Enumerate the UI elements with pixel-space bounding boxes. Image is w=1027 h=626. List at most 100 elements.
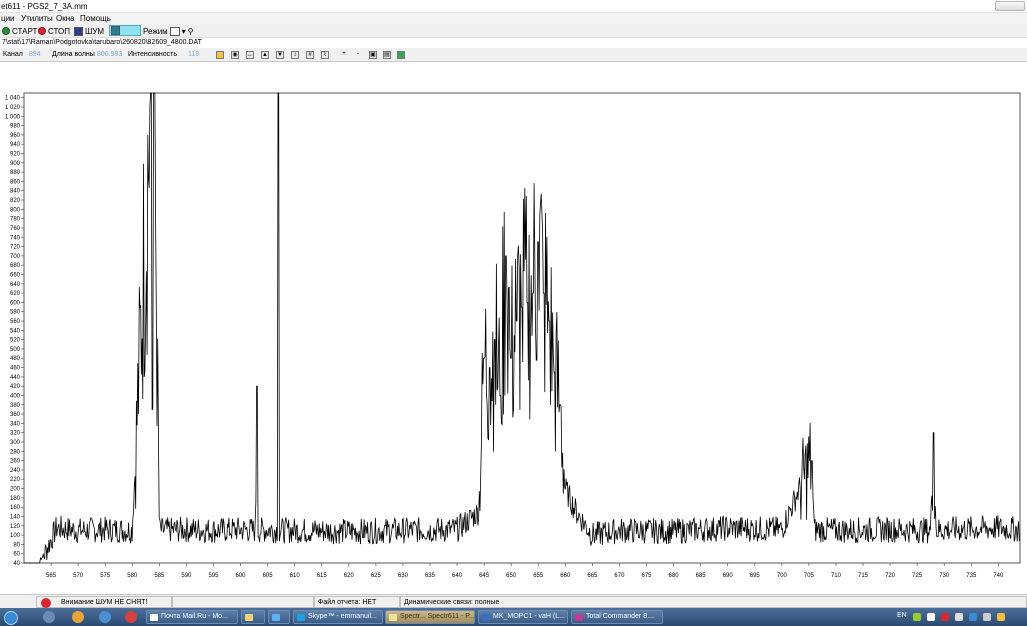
task-tc-label: Total Commander 8....: [586, 613, 655, 620]
zoom-in-icon[interactable]: +: [340, 51, 348, 59]
x-tick-label: 615: [317, 573, 328, 579]
menu-functions[interactable]: ции: [1, 14, 15, 23]
noise-icon: [74, 26, 83, 36]
print-icon[interactable]: ▤: [383, 51, 391, 59]
y-tick-label: 240: [10, 468, 21, 474]
task-mail[interactable]: Почта Mail.Ru - Mo...: [146, 610, 238, 624]
y-tick-label: 160: [10, 505, 21, 511]
y-tick-label: 420: [10, 384, 21, 390]
tray-icon-1[interactable]: [913, 613, 921, 621]
task-skype[interactable]: Skype™ - emmanuil...: [293, 610, 383, 624]
spectrum-plot[interactable]: 40 60 80 100 120 140 160 180 200 220 240 260 280 300 3…: [0, 62, 1027, 592]
y-tick-label: 140: [10, 514, 21, 520]
menu-windows[interactable]: Окна: [56, 14, 75, 23]
main-toolbar: СТАРТ СТОП ШУМ Режим ▾ ⚲: [0, 24, 1027, 38]
readout-toolbar: Канал 894 Длина волны 806.983 Интенсивно…: [0, 48, 1027, 62]
task-ie[interactable]: [268, 610, 290, 624]
opera-icon[interactable]: [125, 611, 137, 623]
stop-button[interactable]: СТОП: [38, 26, 70, 36]
y-tick-label: 880: [10, 170, 21, 176]
stop-label: СТОП: [48, 26, 71, 36]
y-tick-label: 820: [10, 198, 21, 204]
y-tick-label: 100: [10, 533, 21, 539]
tray-icon-3[interactable]: [941, 613, 949, 621]
x-tick-label: 565: [46, 573, 57, 579]
start-orb-icon[interactable]: [4, 611, 18, 625]
y-tick-label: 300: [10, 440, 21, 446]
intensity-label: Интенсивность: [128, 51, 178, 58]
chart-icon[interactable]: ⌇: [321, 51, 329, 59]
export-icon[interactable]: [397, 51, 405, 59]
task-total-commander[interactable]: Total Commander 8....: [571, 610, 663, 624]
file-path: 7\stat\17\Raman\Podgotovka\tarubaro\2608…: [2, 39, 202, 46]
task-word[interactable]: MK_MOPC1 - vaH (L...: [478, 610, 568, 624]
warning-text: Внимание ШУМ НЕ СНЯТ!: [61, 599, 148, 606]
status-empty: [172, 596, 314, 608]
title-bar: et611 - PGS2_7_3A.mm: [0, 0, 1027, 13]
tray-icon-4[interactable]: [955, 613, 963, 621]
ie-icon: [272, 614, 280, 621]
y-tick-label: 900: [10, 161, 21, 167]
eye-icon[interactable]: ◉: [231, 51, 239, 59]
menu-help[interactable]: Помощь: [80, 14, 111, 23]
mail-icon: [150, 614, 158, 621]
task-explorer[interactable]: [241, 610, 265, 624]
y-tick-label: 980: [10, 124, 21, 130]
palette-icon[interactable]: [216, 51, 224, 59]
stop-icon: [38, 27, 46, 35]
x-tick-label: 660: [560, 573, 571, 579]
task-mail-label: Почта Mail.Ru - Mo...: [161, 613, 228, 620]
y-tick-label: 560: [10, 319, 21, 325]
menu-bar: ции Утилиты Окна Помощь: [0, 13, 1027, 24]
y-tick-label: 660: [10, 272, 21, 278]
start-button[interactable]: СТАРТ: [2, 26, 37, 36]
y-tick-label: 460: [10, 366, 21, 372]
quicklaunch-icon-3[interactable]: [99, 611, 111, 623]
zoom-out-icon[interactable]: -: [354, 51, 362, 59]
y-tick-label: 60: [13, 552, 20, 558]
spectrum-chart[interactable]: 40 60 80 100 120 140 160 180 200 220 240 260 280 300 3…: [0, 62, 1027, 592]
x-tick-label: 650: [506, 573, 517, 579]
chevron-down-icon[interactable]: ▾: [182, 27, 186, 36]
mode-dropdown-icon[interactable]: [169, 26, 180, 36]
y-tick-label: 920: [10, 151, 21, 157]
fit-horizontal-icon[interactable]: ↔: [246, 51, 254, 59]
y-tick-label: 780: [10, 217, 21, 223]
scale-icon[interactable]: #: [306, 51, 314, 59]
arrow-down-icon[interactable]: ▼: [276, 51, 284, 59]
system-tray: EN: [877, 608, 1027, 626]
x-tick-label: 605: [263, 573, 274, 579]
active-mode-button[interactable]: [109, 25, 141, 36]
intensity-value: 118: [188, 51, 200, 58]
y-tick-label: 640: [10, 282, 21, 288]
probe-icon[interactable]: ⚲: [188, 27, 194, 36]
skype-icon: [297, 614, 305, 621]
task-spectr[interactable]: Spectr... Spectr611 - P...: [385, 610, 475, 624]
noise-button[interactable]: ШУМ: [74, 26, 104, 36]
quicklaunch-icon-1[interactable]: [43, 611, 55, 623]
mode-selector[interactable]: Режим ▾ ⚲: [143, 26, 194, 36]
fit-vertical-icon[interactable]: ↕: [291, 51, 299, 59]
x-tick-label: 600: [236, 573, 247, 579]
mode-icon: [111, 26, 120, 35]
y-tick-label: 520: [10, 338, 21, 344]
window-controls[interactable]: [995, 1, 1025, 11]
x-tick-label: 575: [100, 573, 111, 579]
tray-icon-7[interactable]: [997, 613, 1005, 621]
y-tick-label: 860: [10, 179, 21, 185]
arrow-up-icon[interactable]: ▲: [261, 51, 269, 59]
language-indicator[interactable]: EN: [897, 612, 907, 619]
x-tick-label: 610: [290, 573, 301, 579]
tray-icon-5[interactable]: [969, 613, 977, 621]
y-tick-label: 280: [10, 449, 21, 455]
x-tick-label: 675: [641, 573, 652, 579]
save-icon[interactable]: ▣: [369, 51, 377, 59]
volume-icon[interactable]: [983, 613, 991, 621]
start-icon: [2, 27, 10, 35]
folder-icon: [245, 614, 253, 621]
y-tick-label: 380: [10, 403, 21, 409]
browser-icon[interactable]: [72, 611, 84, 623]
tray-icon-2[interactable]: [927, 613, 935, 621]
x-tick-label: 730: [939, 573, 950, 579]
menu-utilities[interactable]: Утилиты: [21, 14, 53, 23]
